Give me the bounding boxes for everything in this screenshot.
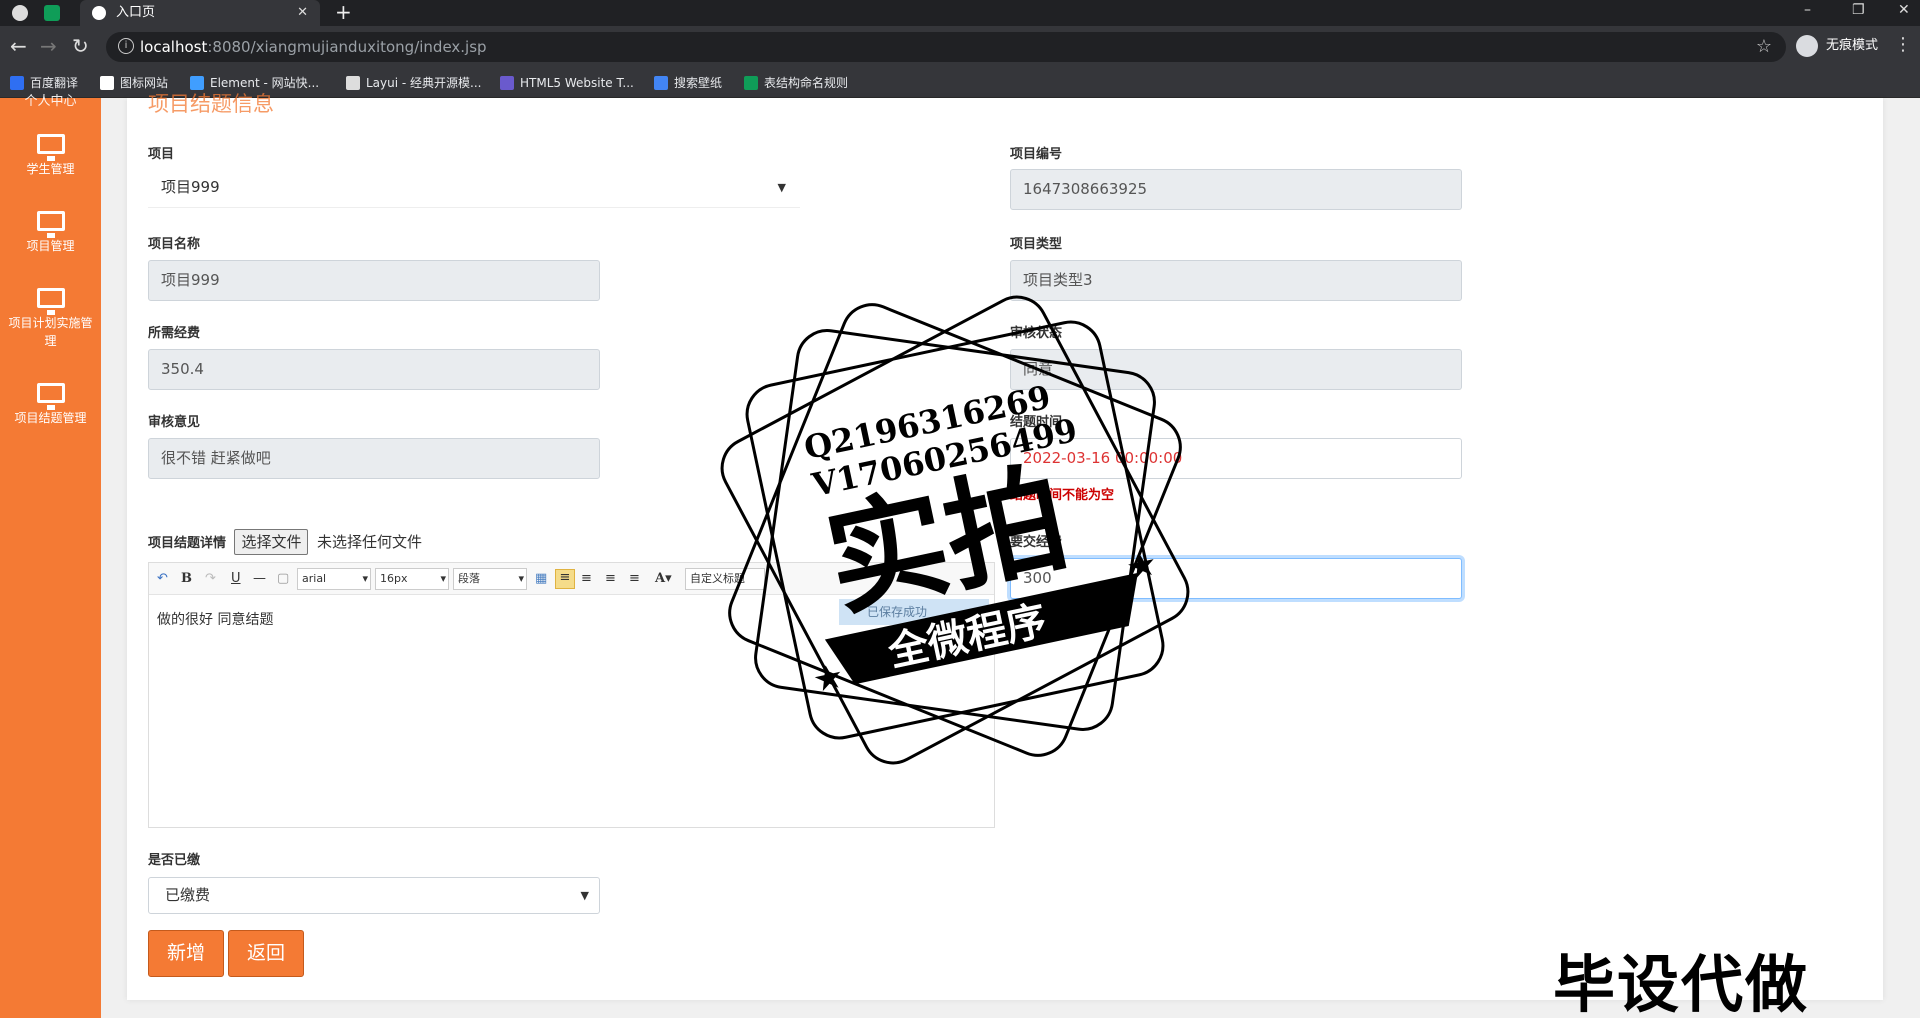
project-label: 项目 (148, 147, 175, 162)
paid-label: 是否已缴 (148, 853, 201, 868)
font-color-icon[interactable]: A▾ (655, 570, 672, 588)
sheet-icon (744, 76, 758, 90)
align-left-icon[interactable]: ≡ (555, 569, 575, 589)
add-button[interactable]: 新增 (148, 930, 224, 977)
sidebar: 个人中心 学生管理 项目管理 项目计划实施管理 项目结题管理 (0, 94, 101, 1018)
table-icon[interactable]: ▦ (535, 570, 547, 588)
close-window-icon[interactable]: ✕ (1898, 0, 1910, 20)
project-select[interactable]: 项目999 ▼ (148, 167, 800, 208)
sidebar-item-conclusion[interactable]: 项目结题管理 (0, 383, 101, 427)
incognito-label: 无痕模式 (1826, 38, 1879, 53)
time-label: 结题时间 (1010, 415, 1063, 430)
bookmarks-bar: 百度翻译 图标网站 Element - 网站快... Layui - 经典开源模… (0, 68, 1920, 98)
font-family-select[interactable]: arial ▾ (297, 568, 371, 590)
audit-opinion-label: 审核意见 (148, 415, 201, 430)
save-toast: 已保存成功 ✕ (839, 599, 989, 625)
sidebar-item-students[interactable]: 学生管理 (0, 134, 101, 178)
layui-icon (346, 76, 360, 90)
align-center-icon[interactable]: ≡ (605, 570, 616, 588)
time-field[interactable]: 2022-03-16 00:00:00 (1010, 438, 1462, 479)
no-file-text: 未选择任何文件 (316, 533, 422, 551)
url-path: :8080/xiangmujianduxitong/index.jsp (207, 38, 487, 56)
bookmark-item[interactable]: 表结构命名规则 (744, 74, 848, 92)
project-type-label: 项目类型 (1010, 237, 1063, 252)
globe-icon (92, 6, 106, 20)
incognito-indicator[interactable]: 无痕模式 (1796, 34, 1878, 58)
bookmark-item[interactable]: Layui - 经典开源模... (346, 74, 481, 92)
reload-button[interactable]: ↻ (72, 34, 89, 58)
paragraph-select[interactable]: 段落 ▾ (453, 568, 527, 590)
project-no-field[interactable]: 1647308663925 (1010, 169, 1462, 210)
flag-icon (100, 76, 114, 90)
monitor-icon (36, 134, 65, 161)
sheets-tab-icon[interactable] (44, 5, 60, 21)
detail-row: 项目结题详情 选择文件 未选择任何文件 (148, 528, 422, 558)
forward-button[interactable]: → (40, 34, 57, 58)
clear-format-icon[interactable]: ▢ (277, 570, 289, 588)
choose-file-button[interactable]: 选择文件 (234, 529, 309, 555)
audit-status-label: 审核状态 (1010, 326, 1063, 341)
browser-tab-strip: 入口页 ✕ + – ❐ ✕ (0, 0, 1920, 26)
section-title: 项目结题信息 (148, 92, 274, 116)
tab-entry-page[interactable]: 入口页 ✕ (80, 0, 320, 26)
url-host: localhost (140, 38, 208, 56)
font-size-select[interactable]: 16px ▾ (375, 568, 449, 590)
corner-watermark: 毕设代做 (1553, 948, 1810, 1018)
editor-toolbar: ↶ B ↷ U — ▢ arial ▾ 16px ▾ 段落 ▾ ▦ ≡ ≡ ≡ … (149, 563, 994, 595)
close-icon[interactable]: ✕ (973, 599, 983, 625)
minimize-icon[interactable]: – (1804, 0, 1811, 20)
back-button[interactable]: ← (10, 34, 27, 58)
audit-status-field[interactable]: 同意 (1010, 349, 1462, 390)
translate-icon (10, 76, 24, 90)
need-fee-field[interactable]: 300 (1010, 558, 1462, 599)
incognito-icon (1796, 35, 1818, 57)
bookmark-item[interactable]: HTML5 Website T... (500, 74, 634, 92)
align-justify-icon[interactable]: ≡ (629, 570, 640, 588)
bookmark-star-icon[interactable]: ☆ (1756, 36, 1772, 57)
chevron-down-icon: ▼ (580, 889, 589, 902)
project-name-field[interactable]: 项目999 (148, 260, 600, 301)
monitor-icon (36, 288, 65, 315)
align-right-icon[interactable]: ≡ (581, 570, 592, 588)
paid-select[interactable]: 已缴费 ▼ (148, 877, 600, 914)
project-type-field[interactable]: 项目类型3 (1010, 260, 1462, 301)
bold-icon[interactable]: B (181, 570, 192, 588)
fee-label: 所需经费 (148, 326, 201, 341)
editor-content[interactable]: 做的很好 同意结题 (157, 609, 273, 629)
sidebar-item-profile[interactable]: 个人中心 (0, 90, 101, 109)
address-bar-row: ← → ↻ i localhost:8080/xiangmujianduxito… (0, 26, 1920, 68)
tab-title: 入口页 (116, 5, 156, 20)
monitor-icon (36, 211, 65, 238)
close-icon[interactable]: ✕ (297, 0, 308, 26)
globe-icon (12, 5, 28, 21)
new-tab-button[interactable]: + (335, 0, 352, 24)
rich-text-editor[interactable]: ↶ B ↷ U — ▢ arial ▾ 16px ▾ 段落 ▾ ▦ ≡ ≡ ≡ … (148, 562, 995, 828)
wallpaper-icon (654, 76, 668, 90)
audit-opinion-field[interactable]: 很不错 赶紧做吧 (148, 438, 600, 479)
detail-label: 项目结题详情 (148, 536, 227, 551)
menu-dots-icon[interactable]: ⋮ (1894, 34, 1912, 55)
project-no-label: 项目编号 (1010, 147, 1063, 162)
sidebar-item-plans[interactable]: 项目计划实施管理 (0, 288, 101, 350)
info-icon[interactable]: i (118, 38, 134, 54)
url-input[interactable]: i localhost:8080/xiangmujianduxitong/ind… (106, 32, 1786, 62)
project-name-label: 项目名称 (148, 237, 201, 252)
bookmark-item[interactable]: 搜索壁纸 (654, 74, 722, 92)
back-form-button[interactable]: 返回 (228, 930, 304, 977)
html5-icon (500, 76, 514, 90)
redo-icon[interactable]: ↷ (205, 570, 216, 588)
restore-icon[interactable]: ❐ (1852, 0, 1865, 20)
undo-icon[interactable]: ↶ (157, 570, 168, 588)
time-error: 结题时间不能为空 (1010, 488, 1115, 503)
caret-down-icon: ▼ (777, 181, 786, 194)
need-fee-label: 要交经费 (1010, 535, 1063, 550)
custom-title-select[interactable]: 自定义标题 (685, 568, 765, 590)
monitor-icon (36, 383, 65, 410)
fee-field[interactable]: 350.4 (148, 349, 600, 390)
sidebar-item-projects[interactable]: 项目管理 (0, 211, 101, 255)
horizontal-rule-icon[interactable]: — (253, 570, 266, 588)
underline-icon[interactable]: U (231, 570, 241, 588)
